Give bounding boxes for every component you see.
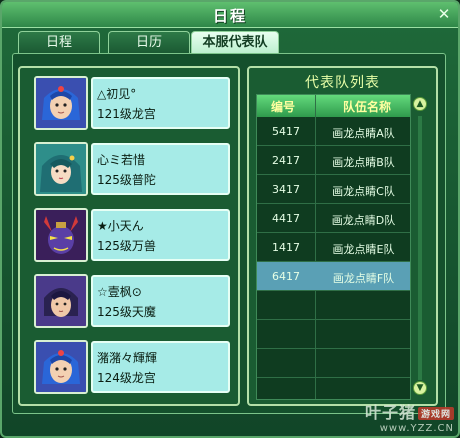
- member-name: 潴潴々輝輝: [97, 351, 158, 365]
- member-level-school: 125级万兽: [97, 239, 156, 253]
- title-bar[interactable]: 日程 ✕: [2, 2, 458, 28]
- column-header-team-name: 队伍名称: [343, 100, 392, 114]
- character-portrait-demon: [34, 208, 88, 262]
- tab-schedule[interactable]: 日程: [18, 31, 100, 53]
- watermark-badge: 游戏网: [417, 407, 454, 420]
- member-card[interactable]: ★小天ん 125级万兽: [34, 208, 232, 262]
- character-portrait-teal-hair: [34, 142, 88, 196]
- team-code: 4417: [272, 212, 300, 225]
- team-name: 画龙点睛D队: [331, 214, 396, 227]
- member-card[interactable]: 潴潴々輝輝 124级龙宫: [34, 340, 232, 394]
- watermark: 叶子猪 游戏网 www.YZZ.CN: [365, 399, 454, 434]
- window-title: 日程: [212, 7, 247, 25]
- tab-calendar[interactable]: 日历: [108, 31, 190, 53]
- member-card[interactable]: 心ミ若惜 125级普陀: [34, 142, 232, 196]
- watermark-brand: 叶子猪: [364, 403, 416, 422]
- team-table: 编号 队伍名称 5417 画龙点睛A队 2417 画龙点睛B队 3417 画龙点…: [256, 94, 411, 400]
- member-level-school: 124级龙宫: [97, 371, 156, 385]
- watermark-url: www.YZZ.CN: [379, 423, 454, 434]
- table-row[interactable]: 3417 画龙点睛C队: [257, 175, 410, 204]
- member-name: 心ミ若惜: [97, 153, 146, 167]
- column-header-code: 编号: [271, 100, 296, 114]
- team-code: 1417: [272, 241, 300, 254]
- team-code: 6417: [272, 270, 300, 283]
- team-name: 画龙点睛C队: [332, 185, 395, 198]
- member-card[interactable]: ☆壹枫⊙ 125级天魔: [34, 274, 232, 328]
- member-info: 潴潴々輝輝 124级龙宫: [91, 341, 230, 393]
- team-list-title: 代表队列表: [305, 75, 380, 91]
- member-name: △初见°: [97, 87, 137, 101]
- table-row-selected[interactable]: 6417 画龙点睛F队: [257, 262, 410, 291]
- table-row-empty: [257, 349, 410, 378]
- watermark-logo: 叶子猪 游戏网: [365, 399, 454, 423]
- scrollbar-track[interactable]: [418, 116, 422, 380]
- member-name: ★小天ん: [97, 219, 144, 233]
- team-name: 画龙点睛B队: [332, 156, 395, 169]
- team-name: 画龙点睛E队: [332, 243, 395, 256]
- member-info: △初见° 121级龙宫: [91, 77, 230, 129]
- close-icon[interactable]: ✕: [436, 6, 452, 22]
- scroll-down-icon[interactable]: ▼: [413, 381, 427, 395]
- table-row[interactable]: 1417 画龙点睛E队: [257, 233, 410, 262]
- table-header: 编号 队伍名称: [257, 95, 410, 117]
- scroll-up-icon[interactable]: ▲: [413, 97, 427, 111]
- character-portrait-blue-hair: [34, 76, 88, 130]
- team-code: 5417: [272, 125, 300, 138]
- member-info: ☆壹枫⊙ 125级天魔: [91, 275, 230, 327]
- table-row[interactable]: 2417 画龙点睛B队: [257, 146, 410, 175]
- table-row-empty: [257, 320, 410, 349]
- member-level-school: 125级普陀: [97, 173, 156, 187]
- member-name: ☆壹枫⊙: [97, 285, 142, 299]
- tab-server-team[interactable]: 本服代表队: [191, 31, 279, 53]
- team-code: 2417: [272, 154, 300, 167]
- table-row-empty: [257, 291, 410, 320]
- team-name: 画龙点睛A队: [332, 127, 395, 140]
- member-level-school: 125级天魔: [97, 305, 156, 319]
- member-level-school: 121级龙宫: [97, 107, 156, 121]
- team-code: 3417: [272, 183, 300, 196]
- team-name: 画龙点睛F队: [332, 272, 395, 285]
- character-portrait-blue-hair: [34, 340, 88, 394]
- member-info: 心ミ若惜 125级普陀: [91, 143, 230, 195]
- table-row[interactable]: 5417 画龙点睛A队: [257, 117, 410, 146]
- table-row[interactable]: 4417 画龙点睛D队: [257, 204, 410, 233]
- character-portrait-dark-hair: [34, 274, 88, 328]
- member-info: ★小天ん 125级万兽: [91, 209, 230, 261]
- member-card[interactable]: △初见° 121级龙宫: [34, 76, 232, 130]
